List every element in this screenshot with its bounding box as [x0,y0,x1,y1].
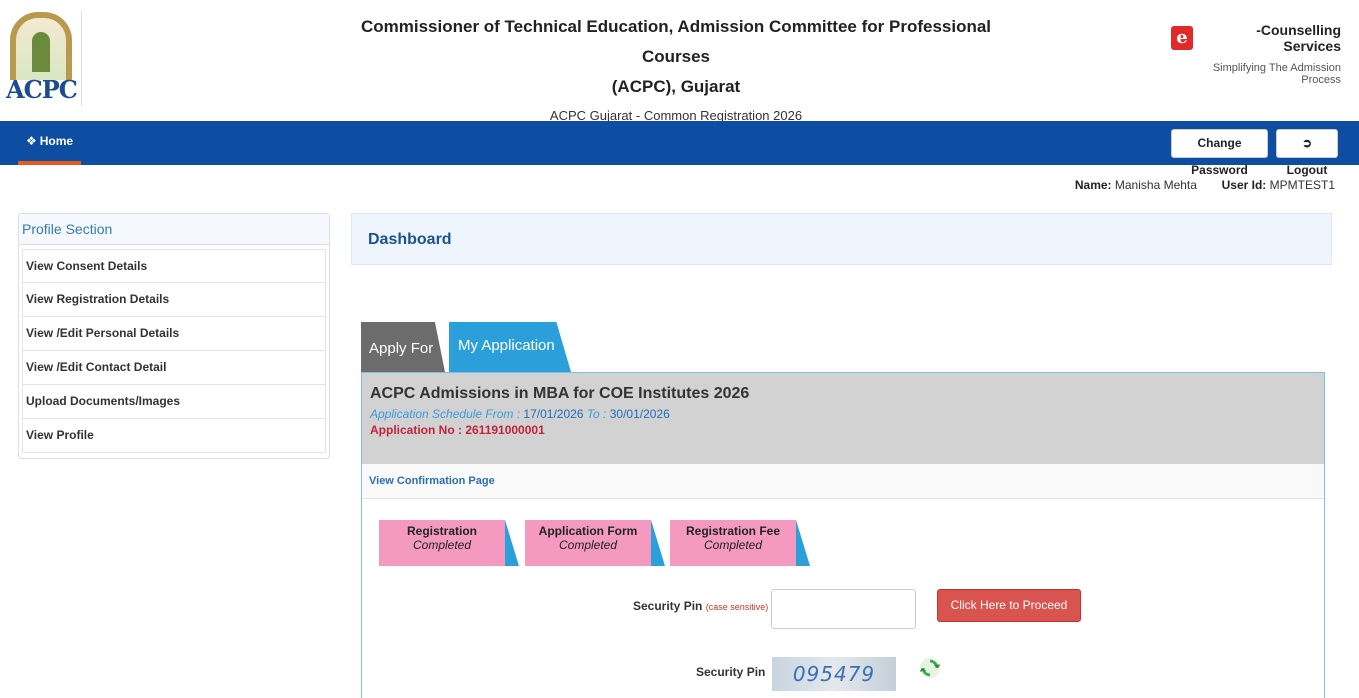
application-header: ACPC Admissions in MBA for COE Institute… [362,373,1324,464]
step-registration-arrow [505,520,519,566]
captcha-image: 095479 [772,657,896,691]
application-schedule: Application Schedule From : 17/01/2026 T… [370,407,1316,421]
step-registration-fee-name: Registration Fee [685,524,781,538]
security-pin-label: Security Pin (case sensitive) [633,599,768,613]
nav-home-label: Home [39,134,74,148]
sidebar-title: Profile Section [19,214,329,245]
sidebar-item-upload-documents[interactable]: Upload Documents/Images [22,385,326,419]
application-number-label: Application No : [370,423,466,437]
schedule-to-label: To : [583,407,610,421]
sidebar-item-view-profile[interactable]: View Profile [22,419,326,453]
schedule-from-date: 17/01/2026 [523,407,584,421]
nav-home-link[interactable]: ❖ Home [18,121,82,165]
step-registration-status: Completed [412,538,472,552]
sidebar-item-view-registration-details[interactable]: View Registration Details [22,283,326,317]
profile-sidebar: Profile Section View Consent Details Vie… [18,213,330,459]
refresh-captcha-icon[interactable] [919,657,941,679]
schedule-from-label: Application Schedule From : [370,407,524,421]
application-number-value: 261191000001 [465,423,545,437]
logout-button[interactable]: ➲ Logout [1276,129,1338,177]
step-registration-fee-status: Completed [703,538,763,552]
ecounselling-icon: e [1171,26,1193,50]
confirmation-row: View Confirmation Page [362,464,1324,499]
change-password-button[interactable]: Change Password [1171,129,1268,177]
step-application-form-arrow [651,520,665,566]
user-info: Name: Manisha Mehta User Id: MPMTEST1 [1075,178,1335,192]
captcha-label: Security Pin [696,665,766,679]
sidebar-item-edit-personal-details[interactable]: View /Edit Personal Details [22,317,326,351]
view-confirmation-link[interactable]: View Confirmation Page [369,475,495,487]
header: ACPC Commissioner of Technical Education… [0,0,1359,123]
logout-label: Logout [1286,163,1328,177]
application-number: Application No : 261191000001 [370,423,1316,437]
security-pin-hint: (case sensitive) [705,602,769,612]
top-navbar: ❖ Home Change Password ➲ Logout [0,121,1359,177]
ecounselling-title: -Counselling Services [1256,22,1341,54]
proceed-button[interactable]: Click Here to Proceed [937,589,1081,622]
step-application-form: Application Form Completed [525,520,665,566]
application-panel: ACPC Admissions in MBA for COE Institute… [361,372,1325,698]
step-application-form-status: Completed [558,538,618,552]
user-id-label: User Id: [1221,178,1267,192]
tab-apply-for[interactable]: Apply For [361,322,445,372]
step-registration: Registration Completed [379,520,519,566]
sidebar-item-edit-contact-detail[interactable]: View /Edit Contact Detail [22,351,326,385]
site-title-line1: Commissioner of Technical Education, Adm… [360,17,992,66]
home-icon: ❖ [26,134,37,148]
sidebar-list: View Consent Details View Registration D… [19,245,329,453]
dashboard-title: Dashboard [351,213,1332,265]
step-registration-fee-box: Registration Fee Completed [670,520,796,566]
step-application-form-name: Application Form [538,524,638,538]
step-application-form-box: Application Form Completed [525,520,651,566]
site-title-line2: (ACPC), Gujarat [611,77,741,96]
step-registration-fee: Registration Fee Completed [670,520,810,566]
security-pin-input[interactable] [771,589,916,629]
application-title: ACPC Admissions in MBA for COE Institute… [370,385,750,402]
sidebar-item-view-consent-details[interactable]: View Consent Details [22,249,326,283]
user-name: Manisha Mehta [1114,178,1197,192]
logo-text: ACPC [6,75,78,104]
site-title-block: Commissioner of Technical Education, Adm… [350,12,1002,123]
step-registration-box: Registration Completed [379,520,505,566]
step-registration-fee-arrow [796,520,810,566]
acpc-logo[interactable]: ACPC [6,12,78,104]
ecounselling-tagline: Simplifying The Admission Process [1212,62,1341,86]
tab-my-application[interactable]: My Application [449,322,571,372]
security-pin-label-text: Security Pin [633,599,703,613]
logo-container: ACPC [6,10,82,106]
user-name-label: Name: [1074,178,1112,192]
user-id: MPMTEST1 [1269,178,1335,192]
schedule-to-date: 30/01/2026 [609,407,670,421]
logout-icon: ➲ [1301,136,1313,150]
step-registration-name: Registration [406,524,477,538]
logo-arch-graphic [10,12,72,80]
ecounselling-logo: e -Counselling Services Simplifying The … [1171,22,1341,86]
